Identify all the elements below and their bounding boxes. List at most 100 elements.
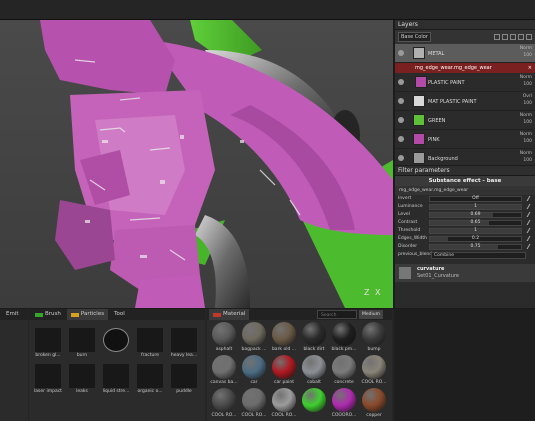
edit-pen-icon[interactable] xyxy=(526,244,535,249)
close-icon[interactable]: × xyxy=(528,63,532,73)
shelf-item[interactable]: leaks xyxy=(67,364,97,394)
shelf-item-preview xyxy=(69,364,95,388)
material-item[interactable]: COOL RO... xyxy=(359,355,389,385)
tab-brush[interactable]: Brush xyxy=(31,309,65,320)
visibility-eye-icon[interactable] xyxy=(398,50,404,56)
shelf-item[interactable]: broken gl... xyxy=(33,328,63,358)
edit-pen-icon[interactable] xyxy=(526,228,535,233)
curvature-source: Set01_Curvature xyxy=(417,273,459,279)
param-slider[interactable]: 0.2 xyxy=(429,236,522,242)
edit-pen-icon[interactable] xyxy=(526,196,535,201)
shelf-item[interactable]: puddle xyxy=(169,364,199,394)
layer-blend[interactable]: Norm 100 xyxy=(520,45,532,59)
tab-label: Particles xyxy=(80,311,105,317)
folder-icon[interactable] xyxy=(518,34,524,40)
layer-thumbnail xyxy=(413,114,425,126)
add-fill-icon[interactable] xyxy=(502,34,508,40)
material-item[interactable]: canvas ba... xyxy=(209,355,239,385)
material-item[interactable]: car xyxy=(239,355,269,385)
channel-select[interactable]: Base Color xyxy=(398,32,431,42)
material-item[interactable]: bagpack ... xyxy=(239,322,269,352)
shelf-item[interactable]: liquid stre... xyxy=(101,364,131,394)
material-preview xyxy=(212,388,236,412)
shelf-item[interactable]: burn xyxy=(67,328,97,358)
add-layer-icon[interactable] xyxy=(494,34,500,40)
layer-thumbnail xyxy=(415,76,427,88)
material-item[interactable]: cobalt xyxy=(299,355,329,385)
visibility-eye-icon[interactable] xyxy=(398,79,404,85)
material-preview xyxy=(302,388,326,412)
material-preview xyxy=(242,355,266,379)
effect-name[interactable]: mg_edge_wear.mg_edge_wear xyxy=(395,186,535,195)
param-label: Invert xyxy=(398,196,412,201)
shelf-item[interactable]: laser impact xyxy=(33,364,63,394)
material-item[interactable]: black dirt xyxy=(299,322,329,352)
shelf-item[interactable]: heavy lea... xyxy=(169,328,199,358)
layer-row[interactable]: MAT PLASTIC PAINT Ovrl 100 xyxy=(395,92,535,111)
material-item[interactable]: bark old ... xyxy=(269,322,299,352)
visibility-eye-icon[interactable] xyxy=(398,98,404,104)
material-item[interactable]: COOORO... xyxy=(329,388,359,418)
add-mask-icon[interactable] xyxy=(510,34,516,40)
material-item[interactable]: asphalt xyxy=(209,322,239,352)
effect-sublayer[interactable]: mg_edge_wear.mg_edge_wear × xyxy=(395,63,535,73)
material-item[interactable]: COOL RO... xyxy=(209,388,239,418)
tab-particles[interactable]: Particles xyxy=(66,309,109,320)
edit-pen-icon[interactable] xyxy=(526,204,535,209)
layer-blend[interactable]: Norm 100 xyxy=(520,74,532,88)
curvature-thumb xyxy=(399,267,411,279)
material-item[interactable]: copper xyxy=(359,388,389,418)
material-item[interactable]: car paint xyxy=(269,355,299,385)
material-item[interactable]: black pm... xyxy=(329,322,359,352)
material-item[interactable]: COOL RO... xyxy=(239,388,269,418)
layer-blend[interactable]: Norm 100 xyxy=(520,131,532,145)
param-slider[interactable]: Off xyxy=(429,196,522,202)
param-row: Contrast 0.65 xyxy=(395,219,535,227)
curvature-input[interactable]: curvature Set01_Curvature xyxy=(395,264,535,282)
layer-row[interactable]: GREEN Norm 100 xyxy=(395,111,535,130)
param-slider[interactable]: 0.65 xyxy=(429,220,522,226)
material-search-input[interactable]: Search xyxy=(317,310,357,319)
shelf-item-preview xyxy=(171,328,197,352)
visibility-eye-icon[interactable] xyxy=(398,136,404,142)
param-slider[interactable]: 0.69 xyxy=(429,212,522,218)
shelf-item-label: fracture xyxy=(141,353,159,358)
material-item[interactable]: concrete xyxy=(329,355,359,385)
emit-tab[interactable]: Emit xyxy=(2,309,23,320)
material-item[interactable]: COOL RO... xyxy=(269,388,299,418)
edit-pen-icon[interactable] xyxy=(526,220,535,225)
param-slider[interactable]: 1 xyxy=(429,204,522,210)
edit-pen-icon[interactable] xyxy=(526,236,535,241)
layer-row[interactable]: PLASTIC PAINT Norm 100 xyxy=(395,73,535,92)
layer-blend[interactable]: Norm 100 xyxy=(520,150,532,164)
param-slider[interactable]: 1 xyxy=(429,228,522,234)
material-item[interactable] xyxy=(299,388,329,413)
tab-tool[interactable]: Tool xyxy=(110,309,129,320)
visibility-eye-icon[interactable] xyxy=(398,155,404,161)
3d-viewport[interactable]: Z X xyxy=(0,20,393,308)
material-label: car xyxy=(250,380,258,385)
delete-icon[interactable] xyxy=(526,34,532,40)
shelf-item[interactable] xyxy=(101,328,131,353)
shelf-item[interactable]: organic o... xyxy=(135,364,165,394)
layer-row[interactable]: METAL Norm 100 xyxy=(395,44,535,63)
shelf-item-label: leaks xyxy=(76,389,88,394)
shelf-item[interactable]: fracture xyxy=(135,328,165,358)
param-label: Level xyxy=(398,212,410,217)
param-slider[interactable]: 0.75 xyxy=(429,244,522,250)
tab-material[interactable]: Material xyxy=(209,309,250,320)
layer-row[interactable]: PINK Norm 100 xyxy=(395,130,535,149)
edit-pen-icon[interactable] xyxy=(526,212,535,217)
material-preview xyxy=(302,322,326,346)
material-preview xyxy=(272,355,296,379)
visibility-eye-icon[interactable] xyxy=(398,117,404,123)
previous-blend-select[interactable]: Combine xyxy=(431,252,526,259)
thumbnail-size-select[interactable]: Medium xyxy=(359,310,383,319)
material-label: COOORO... xyxy=(331,413,357,418)
layer-blend[interactable]: Ovrl 100 xyxy=(523,93,532,107)
shelf-item-preview xyxy=(137,328,163,352)
layers-title: Layers xyxy=(395,20,535,30)
shelf-item-preview xyxy=(103,328,129,352)
material-item[interactable]: bump xyxy=(359,322,389,352)
layer-blend[interactable]: Norm 100 xyxy=(520,112,532,126)
